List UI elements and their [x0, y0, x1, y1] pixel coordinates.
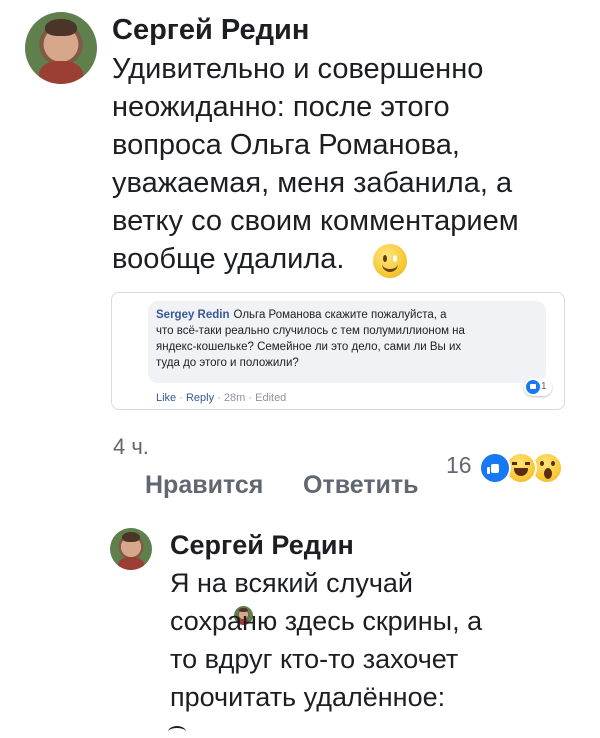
embedded-like-link[interactable]: Like: [156, 392, 176, 404]
like-reaction-icon: [479, 452, 511, 484]
reply-author-name[interactable]: Сергей Редин: [170, 528, 354, 562]
embedded-time: 28m: [223, 392, 246, 404]
embedded-separator: ·: [248, 392, 253, 404]
author-avatar[interactable]: [25, 12, 97, 84]
embedded-action-row: Like · Reply · 28m · Edited: [156, 391, 286, 405]
embedded-separator: ·: [217, 392, 221, 404]
like-button[interactable]: Нравится: [145, 470, 263, 500]
reply-button[interactable]: Ответить: [303, 470, 419, 500]
emoji-mouth: [382, 261, 398, 272]
reaction-count[interactable]: 16: [446, 451, 472, 479]
embedded-author-name: Sergey Redin: [156, 309, 230, 321]
cutoff-text-fragment: [168, 726, 186, 738]
like-icon: [526, 380, 540, 394]
embedded-reaction-pill[interactable]: 1: [524, 378, 552, 396]
comment-body: Удивительно и совершенно неожиданно: пос…: [112, 53, 519, 275]
embedded-reply-link[interactable]: Reply: [186, 392, 214, 404]
reply-body: Я на всякий случай сохраню здесь скрины,…: [170, 568, 483, 712]
reply-author-avatar[interactable]: [110, 528, 152, 570]
embedded-separator: ·: [179, 392, 183, 404]
comment-author-name[interactable]: Сергей Редин: [112, 12, 309, 48]
comment-timestamp[interactable]: 4 ч.: [113, 434, 149, 460]
reaction-summary[interactable]: [479, 450, 575, 484]
embedded-comment-text: Sergey Redin Ольга Романова скажите пожал…: [156, 307, 531, 371]
embedded-edited-label: Edited: [255, 392, 287, 404]
embedded-reaction-count: 1: [541, 381, 547, 392]
smile-icon: [373, 244, 407, 278]
